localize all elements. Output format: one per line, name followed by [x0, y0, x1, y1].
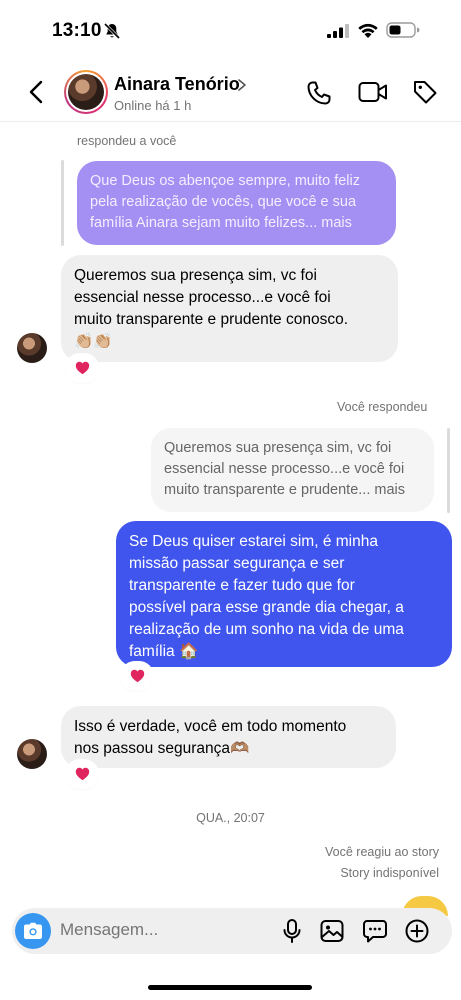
signal-icon — [327, 24, 349, 38]
contact-name[interactable]: Ainara Tenório — [114, 74, 240, 95]
reply-context-label: respondeu a você — [77, 134, 177, 148]
chevron-right-icon[interactable] — [237, 78, 247, 92]
video-call-icon[interactable] — [358, 80, 388, 104]
status-time: 13:10 — [52, 20, 102, 41]
outgoing-message-bubble[interactable]: Se Deus quiser estarei sim, é minha miss… — [116, 521, 452, 667]
heart-icon — [130, 669, 144, 683]
quote-bar — [447, 428, 450, 513]
bell-off-icon — [103, 22, 121, 40]
add-plus-icon[interactable] — [404, 918, 430, 944]
message-line: família 🏠 — [129, 643, 199, 660]
quoted-line: Queremos sua presença sim, vc foi — [164, 440, 392, 456]
message-line: possível para esse grande dia chegar, a — [129, 599, 404, 616]
quoted-message-bubble[interactable]: Que Deus os abençoe sempre, muito feliz … — [77, 161, 396, 245]
contact-avatar[interactable] — [64, 70, 108, 114]
message-line: missão passar segurança e ser — [129, 555, 345, 572]
quoted-line: essencial nesse processo...e você foi — [164, 461, 405, 477]
quoted-message-bubble[interactable]: Queremos sua presença sim, vc foi essenc… — [151, 428, 434, 512]
story-reaction-note: Você reagiu ao story — [325, 845, 439, 859]
message-line: Isso é verdade, você em todo momento — [74, 718, 347, 735]
message-line: Queremos sua presença sim, vc foi — [74, 267, 317, 284]
quoted-line: Que Deus os abençoe sempre, muito feliz — [90, 173, 360, 189]
status-bar: 13:10 — [0, 0, 461, 60]
story-unavailable-note: Story indisponível — [340, 866, 439, 880]
message-line: nos passou segurança🫶🏽 — [74, 740, 250, 757]
heart-icon — [75, 767, 89, 781]
contact-status: Online há 1 h — [114, 98, 192, 113]
message-emoji: 👏🏼👏🏼 — [74, 333, 113, 350]
incoming-message-bubble[interactable]: Queremos sua presença sim, vc foi essenc… — [61, 255, 398, 362]
sticker-chat-icon[interactable] — [362, 918, 388, 944]
quoted-line: muito transparente e prudente... mais — [164, 482, 405, 498]
message-line: muito transparente e prudente conosco. — [74, 311, 349, 328]
heart-reaction[interactable] — [67, 761, 97, 787]
chat-header: Ainara Tenório Online há 1 h — [0, 60, 461, 122]
sender-avatar[interactable] — [17, 333, 47, 363]
quote-bar — [61, 160, 64, 246]
message-composer — [12, 908, 452, 954]
camera-icon — [24, 922, 42, 939]
message-line: realização de um sonho na vida de uma — [129, 621, 404, 638]
gallery-icon[interactable] — [319, 918, 345, 944]
camera-button[interactable] — [15, 913, 51, 949]
message-line: transparente e fazer tudo que for — [129, 577, 355, 594]
chat-timestamp: QUA., 20:07 — [196, 811, 265, 825]
heart-reaction[interactable] — [122, 663, 152, 689]
message-line: essencial nesse processo...e você foi — [74, 289, 331, 306]
tag-icon[interactable] — [412, 79, 438, 105]
quoted-line: pela realização de vocês, que você e sua — [90, 194, 357, 210]
incoming-message-bubble[interactable]: Isso é verdade, você em todo momento nos… — [61, 706, 396, 768]
microphone-icon[interactable] — [279, 918, 305, 944]
heart-icon — [75, 361, 89, 375]
reply-context-label: Você respondeu — [337, 400, 428, 414]
quoted-line: família Ainara sejam muito felizes... ma… — [90, 215, 352, 231]
back-arrow-icon[interactable] — [26, 78, 48, 106]
sender-avatar[interactable] — [17, 739, 47, 769]
wifi-icon — [358, 23, 378, 38]
home-indicator — [148, 985, 312, 990]
message-input[interactable] — [60, 920, 260, 940]
battery-icon — [386, 22, 420, 38]
heart-reaction[interactable] — [67, 355, 97, 381]
message-line: Se Deus quiser estarei sim, é minha — [129, 533, 378, 550]
phone-call-icon[interactable] — [306, 80, 332, 106]
